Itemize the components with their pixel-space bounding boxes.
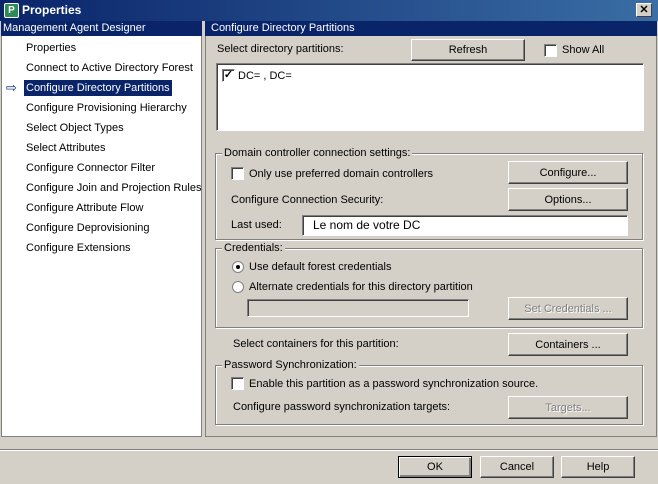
- password-targets-label: Configure password synchronization targe…: [233, 401, 451, 413]
- password-sync-title: Password Synchronization:: [222, 358, 359, 372]
- options-button[interactable]: Options...: [508, 188, 628, 211]
- nav-item[interactable]: Configure Deprovisioning: [24, 220, 152, 236]
- nav-item[interactable]: Configure Directory Partitions: [24, 80, 172, 96]
- nav-header: Management Agent Designer: [1, 21, 202, 36]
- app-icon: P: [4, 3, 19, 18]
- footer-divider: [0, 449, 658, 451]
- default-credentials-radio[interactable]: [232, 261, 244, 273]
- nav-item[interactable]: Configure Join and Projection Rules: [24, 180, 204, 196]
- targets-button[interactable]: Targets...: [508, 396, 628, 419]
- nav-item[interactable]: Configure Extensions: [24, 240, 133, 256]
- window-title: Properties: [22, 3, 82, 17]
- help-button[interactable]: Help: [561, 456, 635, 478]
- nav-item[interactable]: Properties: [24, 40, 78, 56]
- last-used-label: Last used:: [231, 219, 282, 231]
- credentials-title: Credentials:: [222, 241, 285, 255]
- ok-button[interactable]: OK: [398, 456, 472, 478]
- nav-item[interactable]: Select Attributes: [24, 140, 108, 156]
- credentials-field: [247, 299, 469, 317]
- page-title: Configure Directory Partitions: [205, 21, 657, 36]
- containers-label: Select containers for this partition:: [233, 338, 399, 350]
- dc-settings-title: Domain controller connection settings:: [222, 146, 413, 160]
- alternate-credentials-label: Alternate credentials for this directory…: [249, 281, 473, 293]
- nav-item[interactable]: Configure Connector Filter: [24, 160, 157, 176]
- last-used-field[interactable]: Le nom de votre DC: [302, 215, 628, 236]
- connection-security-label: Configure Connection Security:: [231, 194, 384, 206]
- close-button[interactable]: ✕: [636, 3, 652, 17]
- title-bar[interactable]: [0, 0, 658, 21]
- password-sync-checkbox[interactable]: [231, 377, 244, 390]
- configure-button[interactable]: Configure...: [508, 161, 628, 184]
- refresh-button[interactable]: Refresh: [411, 39, 525, 61]
- show-all-label: Show All: [562, 44, 605, 56]
- password-sync-label: Enable this partition as a password sync…: [249, 378, 539, 390]
- select-partitions-label: Select directory partitions:: [217, 43, 344, 55]
- alternate-credentials-radio[interactable]: [232, 281, 244, 293]
- nav-item[interactable]: Configure Attribute Flow: [24, 200, 145, 216]
- nav-item[interactable]: Connect to Active Directory Forest: [24, 60, 195, 76]
- close-icon: ✕: [639, 4, 649, 16]
- partition-checkbox[interactable]: ✓: [222, 69, 235, 82]
- containers-button[interactable]: Containers ...: [508, 333, 628, 356]
- current-step-arrow-icon: ⇨: [6, 80, 17, 95]
- show-all-checkbox[interactable]: [544, 44, 557, 57]
- set-credentials-button[interactable]: Set Credentials ...: [508, 297, 628, 320]
- nav-item[interactable]: Configure Provisioning Hierarchy: [24, 100, 189, 116]
- preferred-dc-checkbox[interactable]: [231, 167, 244, 180]
- preferred-dc-label: Only use preferred domain controllers: [249, 168, 434, 180]
- nav-item[interactable]: Select Object Types: [24, 120, 126, 136]
- partition-label[interactable]: DC= , DC=: [238, 69, 292, 83]
- default-credentials-label: Use default forest credentials: [249, 261, 392, 273]
- cancel-button[interactable]: Cancel: [480, 456, 554, 478]
